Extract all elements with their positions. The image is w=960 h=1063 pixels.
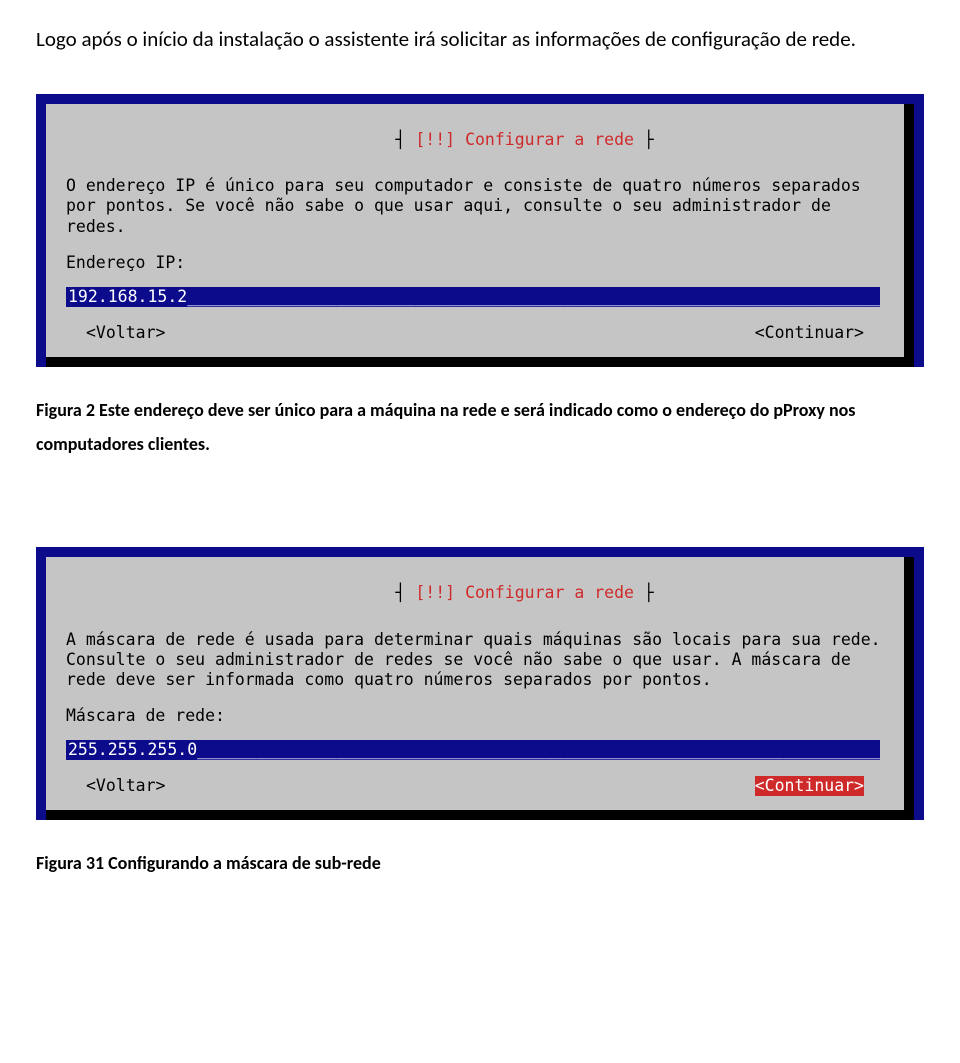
figure-2-caption: Figura 2 Este endereço deve ser único pa… bbox=[36, 393, 924, 461]
field-label-ip: Endereço IP: bbox=[66, 253, 884, 273]
dialog-description: O endereço IP é único para seu computado… bbox=[66, 176, 884, 236]
dialog-description: A máscara de rede é usada para determina… bbox=[66, 630, 884, 690]
figure-31-caption: Figura 31 Configurando a máscara de sub-… bbox=[36, 846, 924, 880]
field-label-netmask: Máscara de rede: bbox=[66, 706, 884, 726]
continue-button[interactable]: <Continuar> bbox=[755, 776, 864, 796]
dialog-title-row: ┤ [!!] Configurar a rede ├ bbox=[66, 563, 884, 623]
intro-paragraph: Logo após o início da instalação o assis… bbox=[36, 20, 924, 60]
back-button[interactable]: <Voltar> bbox=[86, 776, 165, 796]
dialog-title-row: ┤ [!!] Configurar a rede ├ bbox=[66, 110, 884, 170]
ip-input[interactable]: 192.168.15.2____________________________… bbox=[66, 287, 880, 307]
dialog-title-marker: [!!] bbox=[415, 130, 455, 149]
dialog-title: Configurar a rede bbox=[465, 130, 634, 149]
terminal-dialog-netmask: ┤ [!!] Configurar a rede ├ A máscara de … bbox=[36, 547, 924, 820]
back-button[interactable]: <Voltar> bbox=[86, 323, 165, 343]
continue-button[interactable]: <Continuar> bbox=[755, 323, 864, 343]
dialog-title-marker: [!!] bbox=[415, 583, 455, 602]
dialog-title: Configurar a rede bbox=[465, 583, 634, 602]
netmask-input[interactable]: 255.255.255.0___________________________… bbox=[66, 740, 880, 760]
terminal-dialog-ip: ┤ [!!] Configurar a rede ├ O endereço IP… bbox=[36, 94, 924, 367]
